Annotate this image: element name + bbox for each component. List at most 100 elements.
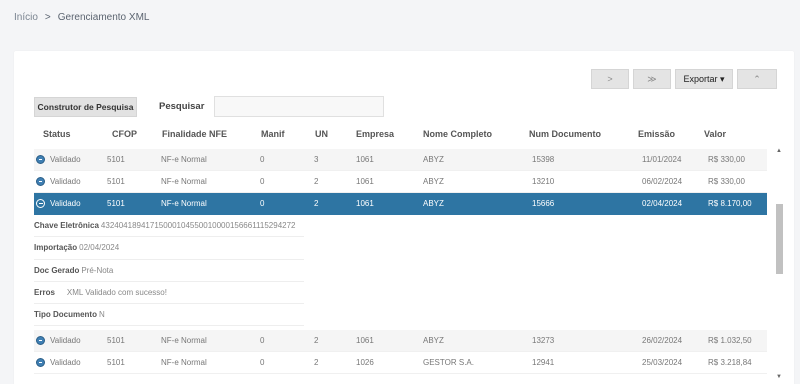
detail-importacao-label: Importação bbox=[34, 243, 78, 253]
cell-finalidade: NF-e Normal bbox=[161, 199, 207, 208]
detail-tipo-value: N bbox=[98, 310, 105, 320]
cell-empresa: 1061 bbox=[356, 199, 374, 208]
detail-tipo-label: Tipo Documento bbox=[34, 310, 97, 320]
toolbar: > ≫ Exportar ▾ ⌃ bbox=[591, 69, 777, 89]
cell-emissao: 11/01/2024 bbox=[642, 155, 682, 164]
cell-nome: ABYZ bbox=[423, 199, 444, 208]
cell-manif: 0 bbox=[260, 358, 265, 367]
detail-importacao-value: 02/04/2024 bbox=[79, 243, 120, 253]
cell-finalidade: NF-e Normal bbox=[161, 336, 207, 345]
table-row[interactable]: Validado 5101 NF-e Normal 0 3 1061 ABYZ … bbox=[34, 149, 767, 171]
cell-empresa: 1061 bbox=[356, 177, 374, 186]
cell-status: Validado bbox=[50, 199, 81, 208]
cell-nome: ABYZ bbox=[423, 177, 444, 186]
main-panel: > ≫ Exportar ▾ ⌃ Construtor de Pesquisa … bbox=[14, 51, 794, 384]
cell-un: 2 bbox=[314, 177, 319, 186]
search-builder-button[interactable]: Construtor de Pesquisa bbox=[34, 96, 137, 117]
cell-num: 15666 bbox=[532, 199, 555, 208]
table-row[interactable]: Validado 5101 NF-e Normal 0 2 1061 ABYZ … bbox=[34, 171, 767, 193]
cell-emissao: 25/03/2024 bbox=[642, 358, 683, 367]
cell-valor: R$ 330,00 bbox=[708, 155, 745, 164]
cell-nome: ABYZ bbox=[423, 155, 444, 164]
header-num[interactable]: Num Documento bbox=[529, 129, 601, 139]
table-body-continued: Validado 5101 NF-e Normal 0 2 1061 ABYZ … bbox=[34, 330, 767, 374]
cell-un: 2 bbox=[314, 336, 319, 345]
cell-emissao: 26/02/2024 bbox=[642, 336, 683, 345]
cell-cfop: 5101 bbox=[107, 199, 125, 208]
cell-empresa: 1026 bbox=[356, 358, 374, 367]
header-un[interactable]: UN bbox=[315, 129, 328, 139]
table-row[interactable]: Validado 5101 NF-e Normal 0 2 1026 GESTO… bbox=[34, 352, 767, 374]
expand-icon[interactable] bbox=[36, 336, 45, 345]
detail-tipo: Tipo Documento N bbox=[34, 304, 304, 327]
cell-un: 3 bbox=[314, 155, 319, 164]
cell-valor: R$ 1.032,50 bbox=[708, 336, 752, 345]
cell-finalidade: NF-e Normal bbox=[161, 177, 207, 186]
next-page-button[interactable]: > bbox=[591, 69, 629, 89]
cell-un: 2 bbox=[314, 358, 319, 367]
cell-num: 12941 bbox=[532, 358, 555, 367]
last-page-button[interactable]: ≫ bbox=[633, 69, 671, 89]
header-empresa[interactable]: Empresa bbox=[356, 129, 394, 139]
cell-status: Validado bbox=[50, 155, 81, 164]
scroll-thumb[interactable] bbox=[776, 204, 783, 274]
cell-finalidade: NF-e Normal bbox=[161, 155, 207, 164]
cell-cfop: 5101 bbox=[107, 336, 125, 345]
cell-emissao: 06/02/2024 bbox=[642, 177, 683, 186]
cell-cfop: 5101 bbox=[107, 177, 125, 186]
search-row: Construtor de Pesquisa Pesquisar bbox=[34, 96, 385, 117]
expand-icon[interactable] bbox=[36, 177, 45, 186]
header-valor[interactable]: Valor bbox=[704, 129, 726, 139]
row-details: Chave Eletrônica 43240418941715000104550… bbox=[34, 215, 304, 327]
table-row[interactable]: Validado 5101 NF-e Normal 0 2 1061 ABYZ … bbox=[34, 330, 767, 352]
detail-chave-label: Chave Eletrônica bbox=[34, 221, 99, 231]
header-manif[interactable]: Manif bbox=[261, 129, 285, 139]
cell-valor: R$ 3.218,84 bbox=[708, 358, 752, 367]
cell-empresa: 1061 bbox=[356, 336, 374, 345]
table-body: Validado 5101 NF-e Normal 0 3 1061 ABYZ … bbox=[34, 149, 767, 215]
detail-importacao: Importação 02/04/2024 bbox=[34, 237, 304, 260]
breadcrumb: Início > Gerenciamento XML bbox=[14, 12, 149, 23]
detail-erros: Erros XML Validado com sucesso! bbox=[34, 282, 304, 305]
header-cfop[interactable]: CFOP bbox=[112, 129, 137, 139]
expand-icon[interactable] bbox=[36, 358, 45, 367]
detail-erros-value: XML Validado com sucesso! bbox=[66, 288, 167, 298]
cell-nome: ABYZ bbox=[423, 336, 444, 345]
header-status[interactable]: Status bbox=[43, 129, 71, 139]
cell-cfop: 5101 bbox=[107, 155, 125, 164]
collapse-button[interactable]: ⌃ bbox=[737, 69, 777, 89]
search-label: Pesquisar bbox=[159, 101, 205, 112]
scroll-up-icon[interactable]: ▲ bbox=[776, 148, 782, 154]
detail-doc-value: Pré-Nota bbox=[81, 265, 114, 275]
cell-nome: GESTOR S.A. bbox=[423, 358, 474, 367]
cell-manif: 0 bbox=[260, 336, 265, 345]
collapse-icon[interactable] bbox=[36, 199, 45, 208]
table-scrollbar[interactable]: ▲ ▼ bbox=[775, 148, 784, 380]
breadcrumb-separator: > bbox=[44, 12, 51, 23]
breadcrumb-home-link[interactable]: Início bbox=[14, 12, 38, 23]
detail-doc-label: Doc Gerado bbox=[34, 265, 80, 275]
scroll-down-icon[interactable]: ▼ bbox=[776, 374, 782, 380]
search-input[interactable] bbox=[214, 96, 385, 117]
table-row-selected[interactable]: Validado 5101 NF-e Normal 0 2 1061 ABYZ … bbox=[34, 193, 767, 215]
cell-num: 13273 bbox=[532, 336, 555, 345]
cell-manif: 0 bbox=[260, 199, 265, 208]
cell-status: Validado bbox=[50, 336, 81, 345]
cell-valor: R$ 8.170,00 bbox=[708, 199, 752, 208]
detail-chave: Chave Eletrônica 43240418941715000104550… bbox=[34, 215, 304, 238]
header-finalidade[interactable]: Finalidade NFE bbox=[162, 129, 227, 139]
cell-manif: 0 bbox=[260, 155, 265, 164]
cell-cfop: 5101 bbox=[107, 358, 125, 367]
header-emissao[interactable]: Emissão bbox=[638, 129, 675, 139]
detail-erros-label: Erros bbox=[34, 288, 55, 298]
cell-num: 13210 bbox=[532, 177, 555, 186]
export-button[interactable]: Exportar ▾ bbox=[675, 69, 733, 89]
detail-doc-gerado: Doc Gerado Pré-Nota bbox=[34, 260, 304, 282]
cell-status: Validado bbox=[50, 358, 81, 367]
cell-valor: R$ 330,00 bbox=[708, 177, 745, 186]
cell-status: Validado bbox=[50, 177, 81, 186]
cell-manif: 0 bbox=[260, 177, 265, 186]
cell-num: 15398 bbox=[532, 155, 555, 164]
expand-icon[interactable] bbox=[36, 155, 45, 164]
header-nome[interactable]: Nome Completo bbox=[423, 129, 492, 139]
